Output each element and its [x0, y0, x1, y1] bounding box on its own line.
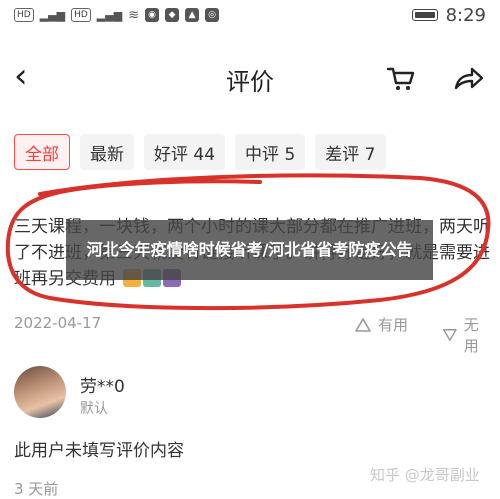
nav-bar: ‹ 评价 [0, 48, 500, 108]
app-notification-icon: ◉ [145, 8, 160, 22]
overlay-banner-text: 河北今年疫情啥时候省考/河北省省考防疫公告 [86, 240, 413, 259]
review-date: 2022-04-17 [14, 314, 102, 332]
reviewer-name: 劳**0 [80, 377, 125, 397]
useful-button[interactable]: 有用 [354, 314, 408, 335]
useless-label: 无用 [463, 316, 479, 355]
watermark: 知乎 @龙哥副业 [370, 466, 480, 484]
review-date-2: 3 天前 [14, 480, 59, 498]
thumb-down-icon [443, 329, 457, 341]
status-left: HD ▂▄▆ HD ▂▄▆ ≋ ◉ ◆ ▲ ◎ [14, 7, 220, 23]
tab-all[interactable]: 全部 [14, 134, 70, 170]
tab-positive[interactable]: 好评 44 [144, 134, 226, 170]
tab-neutral[interactable]: 中评 5 [235, 134, 306, 170]
app-notification-icon-4: ◎ [205, 8, 220, 22]
status-bar: HD ▂▄▆ HD ▂▄▆ ≋ ◉ ◆ ▲ ◎ 8:29 [0, 0, 500, 30]
avatar[interactable] [14, 366, 66, 418]
signal-icon-2: ▂▄▆ [96, 8, 123, 22]
reviewer-sub: 默认 [80, 401, 108, 417]
app-notification-icon-3: ▲ [185, 8, 200, 22]
app-notification-icon-2: ◆ [165, 8, 180, 22]
useless-button[interactable]: 无用 [442, 314, 490, 356]
share-icon[interactable] [452, 66, 484, 92]
signal-icon: ▂▄▆ [39, 8, 66, 22]
clock: 8:29 [445, 4, 486, 26]
useful-label: 有用 [378, 316, 409, 334]
review-text-2: 此用户未填写评价内容 [14, 441, 184, 461]
review-meta: 2022-04-17 有用 无用 [14, 314, 490, 355]
cart-icon[interactable] [386, 66, 416, 92]
battery-icon [411, 9, 438, 21]
tab-negative[interactable]: 差评 7 [315, 134, 386, 170]
hd-badge-2: HD [71, 8, 91, 22]
filter-tabs: 全部 最新 好评 44 中评 5 差评 7 [14, 134, 386, 170]
wifi-icon: ≋ [128, 7, 140, 23]
status-right: 8:29 [411, 4, 486, 26]
overlay-banner: 河北今年疫情啥时候省考/河北省省考防疫公告 [66, 220, 433, 280]
thumb-up-icon [355, 317, 371, 332]
hd-badge: HD [14, 8, 34, 22]
tab-latest[interactable]: 最新 [80, 134, 134, 170]
page-title: 评价 [226, 68, 274, 96]
